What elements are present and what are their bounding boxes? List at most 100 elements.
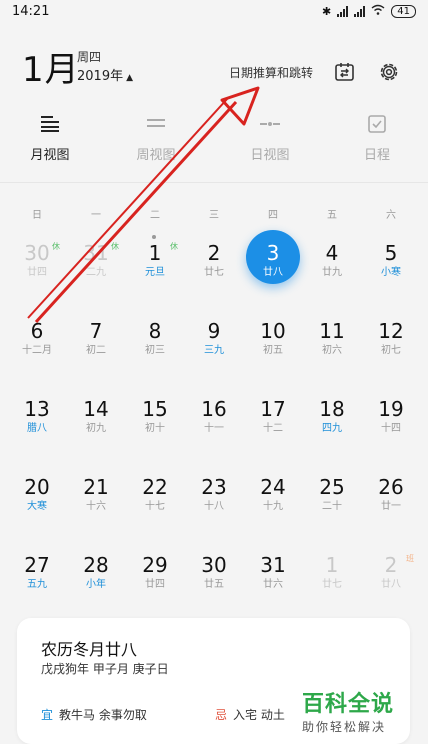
day-number: 11	[319, 319, 345, 343]
day-cell[interactable]: 7 初二	[67, 318, 125, 378]
year-selector[interactable]: 2019年 ▲	[77, 65, 133, 84]
day-cell[interactable]: 14 初九	[67, 396, 125, 456]
lunar-label: 廿九	[322, 267, 342, 278]
day-cell[interactable]: 23 十八	[185, 474, 243, 534]
lunar-date-title: 农历冬月廿八	[41, 640, 138, 659]
day-number: 17	[260, 397, 286, 421]
day-number: 24	[260, 475, 286, 499]
day-number: 3	[266, 241, 280, 265]
yi-text: 教牛马 余事勿取	[59, 708, 147, 722]
lunar-label: 十二	[263, 423, 283, 434]
day-cell[interactable]: 8 初三	[126, 318, 184, 378]
lunar-label: 三九	[204, 345, 224, 356]
day-number: 23	[201, 475, 227, 499]
day-cell[interactable]: 9 三九	[185, 318, 243, 378]
divider	[0, 182, 428, 183]
lunar-label: 十九	[263, 501, 283, 512]
status-time: 14:21	[12, 3, 50, 19]
day-cell[interactable]: 13 腊八	[8, 396, 66, 456]
weekday-label: 三	[209, 210, 219, 221]
signal-icon-2	[354, 5, 366, 17]
day-cell[interactable]: 12 初七	[362, 318, 420, 378]
bluetooth-icon: ✱	[322, 4, 332, 18]
schedule-icon	[337, 112, 417, 136]
day-number: 20	[24, 475, 50, 499]
day-cell[interactable]: 1 元旦休	[126, 235, 184, 300]
day-number: 31	[260, 553, 286, 577]
weekday-label: 二	[150, 210, 160, 221]
day-cell[interactable]: 19 十四	[362, 396, 420, 456]
tab-month-view[interactable]: 月视图	[10, 112, 90, 163]
current-weekday: 周四	[77, 50, 102, 64]
day-cell[interactable]: 24 十九	[244, 474, 302, 534]
day-number: 12	[378, 319, 404, 343]
lunar-label: 十二月	[22, 345, 52, 356]
day-cell[interactable]: 1 廿七	[303, 552, 361, 612]
lunar-label: 小寒	[381, 267, 401, 278]
day-cell[interactable]: 20 大寒	[8, 474, 66, 534]
day-cell[interactable]: 25 二十	[303, 474, 361, 534]
lunar-label: 初六	[322, 345, 342, 356]
lunar-label: 大寒	[27, 501, 47, 512]
day-cell[interactable]: 10 初五	[244, 318, 302, 378]
lunar-label: 腊八	[27, 423, 47, 434]
gear-icon[interactable]	[377, 60, 401, 84]
lunar-label: 十七	[145, 501, 165, 512]
lunar-label: 二十	[322, 501, 342, 512]
day-cell[interactable]: 4 廿九	[303, 240, 361, 300]
day-number: 30	[201, 553, 227, 577]
tab-day-view[interactable]: 日视图	[230, 112, 310, 163]
ji-tag: 忌	[215, 708, 228, 722]
lunar-label: 二九	[86, 267, 106, 278]
day-cell[interactable]: 15 初十	[126, 396, 184, 456]
date-jump-link[interactable]: 日期推算和跳转	[229, 64, 313, 81]
tab-schedule[interactable]: 日程	[337, 112, 417, 163]
day-cell[interactable]: 30 廿五	[185, 552, 243, 612]
day-cell[interactable]: 16 十一	[185, 396, 243, 456]
lunar-label: 初七	[381, 345, 401, 356]
weekday-header: 日一二三四五六	[0, 206, 428, 221]
day-cell[interactable]: 5 小寒	[362, 240, 420, 300]
day-cell[interactable]: 28 小年	[67, 552, 125, 612]
lunar-label: 初十	[145, 423, 165, 434]
day-cell[interactable]: 17 十二	[244, 396, 302, 456]
day-number: 26	[378, 475, 404, 499]
weekday-label: 四	[268, 210, 278, 221]
day-number: 28	[83, 553, 109, 577]
day-number: 15	[142, 397, 168, 421]
day-cell[interactable]: 26 廿一	[362, 474, 420, 534]
day-number: 9	[207, 319, 221, 343]
tab-label: 日视图	[250, 148, 290, 163]
day-cell[interactable]: 18 四九	[303, 396, 361, 456]
week-view-icon	[116, 112, 196, 136]
holiday-badge: 休	[111, 242, 119, 251]
lunar-label: 廿五	[204, 579, 224, 590]
day-cell[interactable]: 31 廿六	[244, 552, 302, 612]
holiday-badge: 休	[52, 242, 60, 251]
day-number: 7	[89, 319, 103, 343]
day-cell[interactable]: 3 廿八	[244, 240, 302, 300]
suitable-activities: 宜教牛马 余事勿取	[41, 706, 147, 723]
day-cell[interactable]: 31 二九休	[67, 240, 125, 300]
day-cell[interactable]: 30 廿四休	[8, 240, 66, 300]
day-cell[interactable]: 2 廿八班	[362, 552, 420, 612]
day-number: 19	[378, 397, 404, 421]
day-number: 16	[201, 397, 227, 421]
holiday-badge: 休	[170, 242, 178, 251]
month-view-icon	[10, 112, 90, 136]
battery-indicator: 41	[391, 4, 416, 18]
lunar-label: 廿一	[381, 501, 401, 512]
day-cell[interactable]: 27 五九	[8, 552, 66, 612]
day-number: 5	[384, 241, 398, 265]
day-cell[interactable]: 29 廿四	[126, 552, 184, 612]
day-cell[interactable]: 22 十七	[126, 474, 184, 534]
lunar-label: 四九	[322, 423, 342, 434]
tab-week-view[interactable]: 周视图	[116, 112, 196, 163]
day-number: 29	[142, 553, 168, 577]
day-cell[interactable]: 11 初六	[303, 318, 361, 378]
calendar-jump-icon[interactable]	[333, 60, 357, 84]
weekday-label: 一	[91, 210, 101, 221]
day-cell[interactable]: 6 十二月	[8, 318, 66, 378]
day-cell[interactable]: 21 十六	[67, 474, 125, 534]
day-cell[interactable]: 2 廿七	[185, 240, 243, 300]
